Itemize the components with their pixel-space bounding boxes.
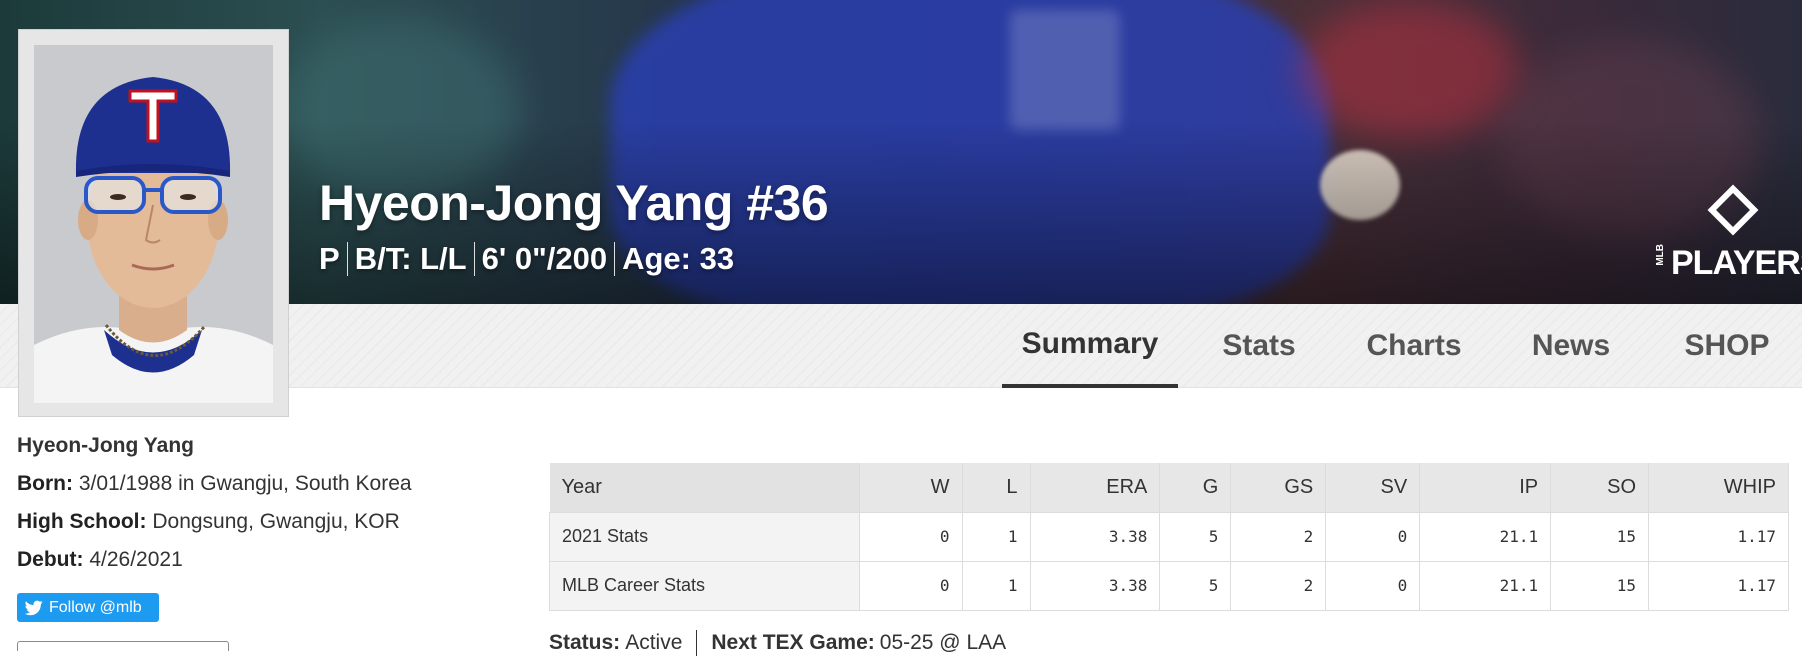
bio-debut-value: 4/26/2021 xyxy=(89,548,183,571)
col-header-w: W xyxy=(859,463,963,512)
logo-small-text: MLB xyxy=(1655,244,1666,266)
status-label: Status: xyxy=(549,631,621,654)
twitter-bird-icon xyxy=(25,600,43,615)
player-tabs: Summary Stats Charts News SHOP xyxy=(1002,304,1802,388)
col-header-ip: IP xyxy=(1419,463,1552,512)
cell-l: 1 xyxy=(961,560,1031,611)
bio-debut-label: Debut: xyxy=(17,548,84,571)
twitter-follow-button[interactable]: Follow @mlb xyxy=(17,593,159,622)
player-height-weight: 6' 0"/200 xyxy=(481,241,608,276)
bio-full-name: Hyeon-Jong Yang xyxy=(17,434,194,457)
next-game-value[interactable]: 05-25 @ LAA xyxy=(880,631,1006,655)
divider xyxy=(346,242,348,276)
cell-whip: 1.17 xyxy=(1648,511,1789,562)
table-header-row: Year W L ERA G GS SV IP SO WHIP xyxy=(549,463,1789,512)
player-age: Age: 33 xyxy=(622,241,735,276)
hero-jersey-logo xyxy=(1010,10,1120,130)
divider xyxy=(473,242,475,276)
player-status-line: Status: Active Next TEX Game: 05-25 @ LA… xyxy=(549,630,1006,656)
player-headshot xyxy=(34,45,273,403)
partial-control[interactable] xyxy=(17,641,229,651)
status-value: Active xyxy=(625,631,683,654)
cell-era: 3.38 xyxy=(1029,560,1161,611)
diamond-icon xyxy=(1707,184,1759,236)
player-headshot-frame xyxy=(18,29,289,417)
tab-shop[interactable]: SHOP xyxy=(1652,304,1802,388)
divider xyxy=(696,630,698,656)
player-name-title: Hyeon-Jong Yang #36 xyxy=(319,175,829,231)
col-header-year: Year xyxy=(549,463,860,512)
cell-g: 5 xyxy=(1159,560,1232,611)
table-row: MLB Career Stats 0 1 3.38 5 2 0 21.1 15 … xyxy=(549,560,1789,611)
twitter-follow-label: Follow @mlb xyxy=(49,598,142,616)
bio-high-school-value: Dongsung, Gwangju, KOR xyxy=(152,510,400,533)
col-header-l: L xyxy=(962,463,1031,512)
cell-g: 5 xyxy=(1159,511,1232,562)
bio-high-school-label: High School: xyxy=(17,510,147,533)
tab-stats[interactable]: Stats xyxy=(1188,304,1330,388)
col-header-gs: GS xyxy=(1230,463,1327,512)
cell-gs: 2 xyxy=(1230,560,1327,611)
logo-text: PLAYERS xyxy=(1671,244,1802,282)
cell-sv: 0 xyxy=(1325,560,1421,611)
mlb-players-logo[interactable]: MLB PLAYERS xyxy=(1655,184,1802,282)
col-header-so: SO xyxy=(1550,463,1650,512)
cell-ip: 21.1 xyxy=(1419,511,1552,562)
cell-gs: 2 xyxy=(1230,511,1327,562)
bio-debut: Debut: 4/26/2021 xyxy=(17,548,497,572)
cell-ip: 21.1 xyxy=(1419,560,1552,611)
table-row: 2021 Stats 0 1 3.38 5 2 0 21.1 15 1.17 xyxy=(549,511,1789,562)
player-bio: Hyeon-Jong Yang Born: 3/01/1988 in Gwang… xyxy=(17,434,497,586)
col-header-g: G xyxy=(1159,463,1232,512)
cell-sv: 0 xyxy=(1325,511,1421,562)
next-game-label: Next TEX Game: xyxy=(711,631,875,654)
bio-born-label: Born: xyxy=(17,472,73,495)
cell-era: 3.38 xyxy=(1029,511,1161,562)
bio-born-value: 3/01/1988 in Gwangju, South Korea xyxy=(78,472,412,495)
cell-so: 15 xyxy=(1550,560,1650,611)
tab-summary[interactable]: Summary xyxy=(1002,304,1178,388)
divider xyxy=(614,242,616,276)
bio-born: Born: 3/01/1988 in Gwangju, South Korea xyxy=(17,472,497,496)
bio-high-school: High School: Dongsung, Gwangju, KOR xyxy=(17,510,497,534)
player-headshot-image xyxy=(34,45,273,403)
cell-so: 15 xyxy=(1550,511,1650,562)
cell-l: 1 xyxy=(961,511,1031,562)
col-header-whip: WHIP xyxy=(1648,463,1789,512)
cell-year: MLB Career Stats xyxy=(549,560,860,611)
cell-w: 0 xyxy=(858,511,963,562)
cell-whip: 1.17 xyxy=(1648,560,1789,611)
tab-news[interactable]: News xyxy=(1498,304,1644,388)
hero-background-blur xyxy=(1300,0,1520,140)
tab-charts[interactable]: Charts xyxy=(1338,304,1490,388)
player-vitals: P B/T: L/L 6' 0"/200 Age: 33 xyxy=(319,241,734,277)
cell-w: 0 xyxy=(858,560,963,611)
player-bats-throws: B/T: L/L xyxy=(354,241,467,276)
player-position: P xyxy=(319,241,340,276)
col-header-era: ERA xyxy=(1030,463,1161,512)
cell-year: 2021 Stats xyxy=(549,511,860,562)
stats-summary-table: Year W L ERA G GS SV IP SO WHIP 2021 Sta… xyxy=(549,463,1789,611)
col-header-sv: SV xyxy=(1325,463,1421,512)
